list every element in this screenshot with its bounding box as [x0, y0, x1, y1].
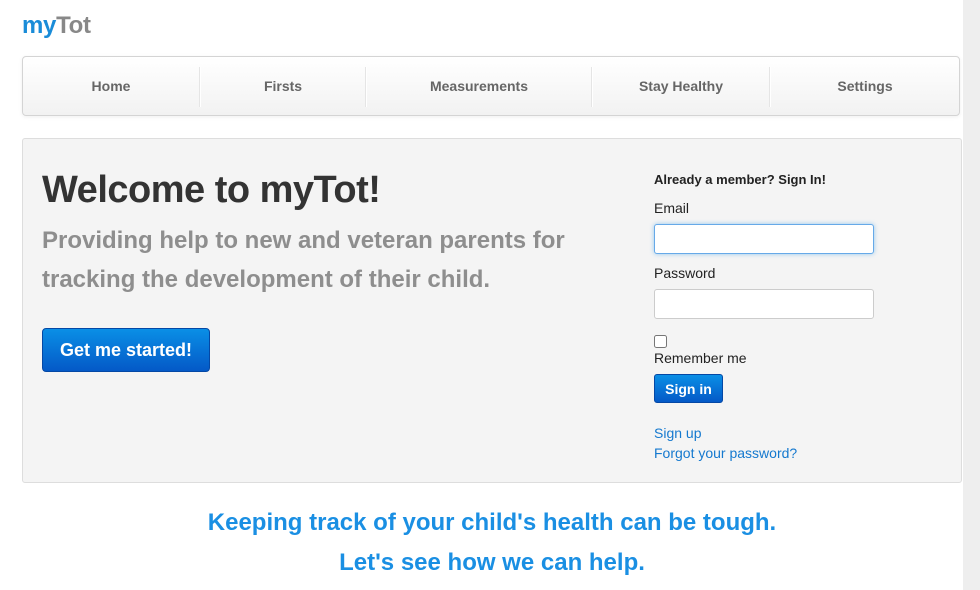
tagline-line-1: Keeping track of your child's health can…	[207, 509, 777, 536]
tagline-line-2: Let's see how we can help.	[339, 549, 645, 576]
email-field[interactable]	[654, 224, 874, 254]
sign-up-link[interactable]: Sign up	[654, 425, 701, 441]
email-label: Email	[654, 200, 690, 216]
brand-part-tot: Tot	[56, 12, 91, 39]
password-field[interactable]	[654, 289, 874, 319]
brand-logo[interactable]: myTot	[22, 12, 91, 40]
page-scroll-edge	[963, 0, 980, 590]
main-navbar: Home Firsts Measurements Stay Healthy Se…	[22, 56, 960, 116]
nav-item-settings[interactable]: Settings	[771, 57, 959, 115]
hero-title: Welcome to myTot!	[42, 169, 381, 211]
password-label: Password	[654, 265, 716, 281]
hero-unit: Welcome to myTot! Providing help to new …	[22, 138, 962, 483]
remember-me-label: Remember me	[654, 350, 747, 366]
sign-in-button[interactable]: Sign in	[654, 374, 723, 403]
sign-in-heading: Already a member? Sign In!	[654, 172, 826, 187]
hero-lead-text: Providing help to new and veteran parent…	[42, 227, 565, 293]
nav-item-stay-healthy[interactable]: Stay Healthy	[593, 57, 769, 115]
nav-item-home[interactable]: Home	[23, 57, 199, 115]
get-started-button[interactable]: Get me started!	[42, 328, 210, 372]
sign-in-form: Already a member? Sign In! Email Passwor…	[654, 139, 954, 479]
forgot-password-link[interactable]: Forgot your password?	[654, 445, 797, 461]
nav-item-measurements[interactable]: Measurements	[367, 57, 591, 115]
nav-item-firsts[interactable]: Firsts	[201, 57, 365, 115]
remember-me-checkbox[interactable]	[654, 335, 667, 348]
brand-part-my: my	[22, 12, 57, 39]
